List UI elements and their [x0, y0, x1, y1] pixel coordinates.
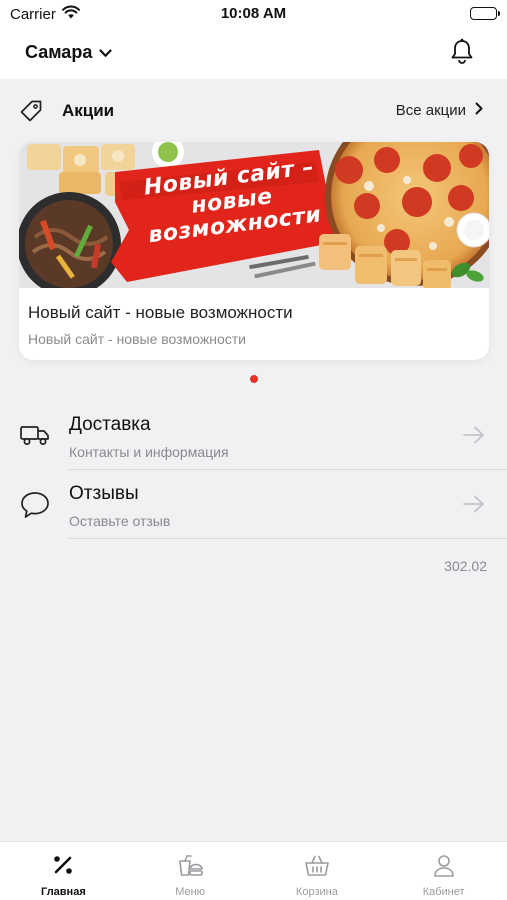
reviews-subtitle: Оставьте отзыв	[69, 513, 171, 529]
promo-banner-image: Новый сайт – новые возможности	[19, 142, 489, 288]
chevron-right-icon	[475, 102, 483, 119]
row-divider	[69, 468, 507, 470]
tab-account-label: Кабинет	[422, 886, 465, 898]
tab-menu[interactable]: Меню	[127, 842, 254, 900]
app-version: 302.02	[444, 558, 487, 574]
tag-icon	[19, 99, 43, 128]
tab-account[interactable]: Кабинет	[380, 842, 507, 900]
promo-section-header: Акции Все акции	[19, 96, 489, 126]
speech-bubble-icon	[20, 491, 50, 524]
city-selector[interactable]: Самара	[25, 42, 112, 63]
promo-card[interactable]: Новый сайт – новые возможности Новый сай…	[19, 142, 489, 360]
tab-home-label: Главная	[41, 886, 86, 898]
all-promos-link[interactable]: Все акции	[396, 102, 483, 119]
tab-cart-label: Корзина	[295, 886, 338, 898]
delivery-row[interactable]: Доставка Контакты и информация	[0, 402, 507, 470]
header: Самара	[0, 30, 507, 76]
user-icon	[433, 854, 455, 883]
promo-card-subtitle: Новый сайт - новые возможности	[28, 331, 246, 347]
clock: 10:08 AM	[220, 5, 287, 22]
food-menu-icon	[177, 854, 203, 883]
delivery-subtitle: Контакты и информация	[69, 444, 229, 460]
tab-menu-label: Меню	[175, 886, 205, 898]
reviews-row[interactable]: Отзывы Оставьте отзыв	[0, 471, 507, 539]
bell-icon[interactable]	[450, 38, 474, 70]
basket-icon	[304, 854, 330, 883]
tab-cart[interactable]: Корзина	[254, 842, 381, 900]
percent-icon	[52, 854, 74, 881]
delivery-truck-icon	[20, 424, 50, 451]
promo-card-title: Новый сайт - новые возможности	[28, 303, 293, 322]
tab-bar: Главная Меню Корзина Кабинет	[0, 841, 507, 900]
carousel-page-indicator[interactable]	[250, 375, 258, 383]
arrow-right-icon	[463, 426, 485, 449]
reviews-title: Отзывы	[69, 483, 139, 504]
tab-home[interactable]: Главная	[0, 842, 127, 900]
row-divider	[69, 537, 507, 539]
city-label: Самара	[25, 42, 93, 62]
battery-icon	[470, 7, 500, 20]
chevron-down-icon	[99, 42, 112, 63]
arrow-right-icon	[463, 495, 485, 518]
delivery-title: Доставка	[69, 414, 151, 435]
top-bar: Carrier 10:08 AM Самара	[0, 0, 507, 79]
status-bar: Carrier 10:08 AM	[0, 0, 507, 28]
promo-title: Акции	[62, 101, 115, 120]
all-promos-label: Все акции	[395, 102, 466, 119]
